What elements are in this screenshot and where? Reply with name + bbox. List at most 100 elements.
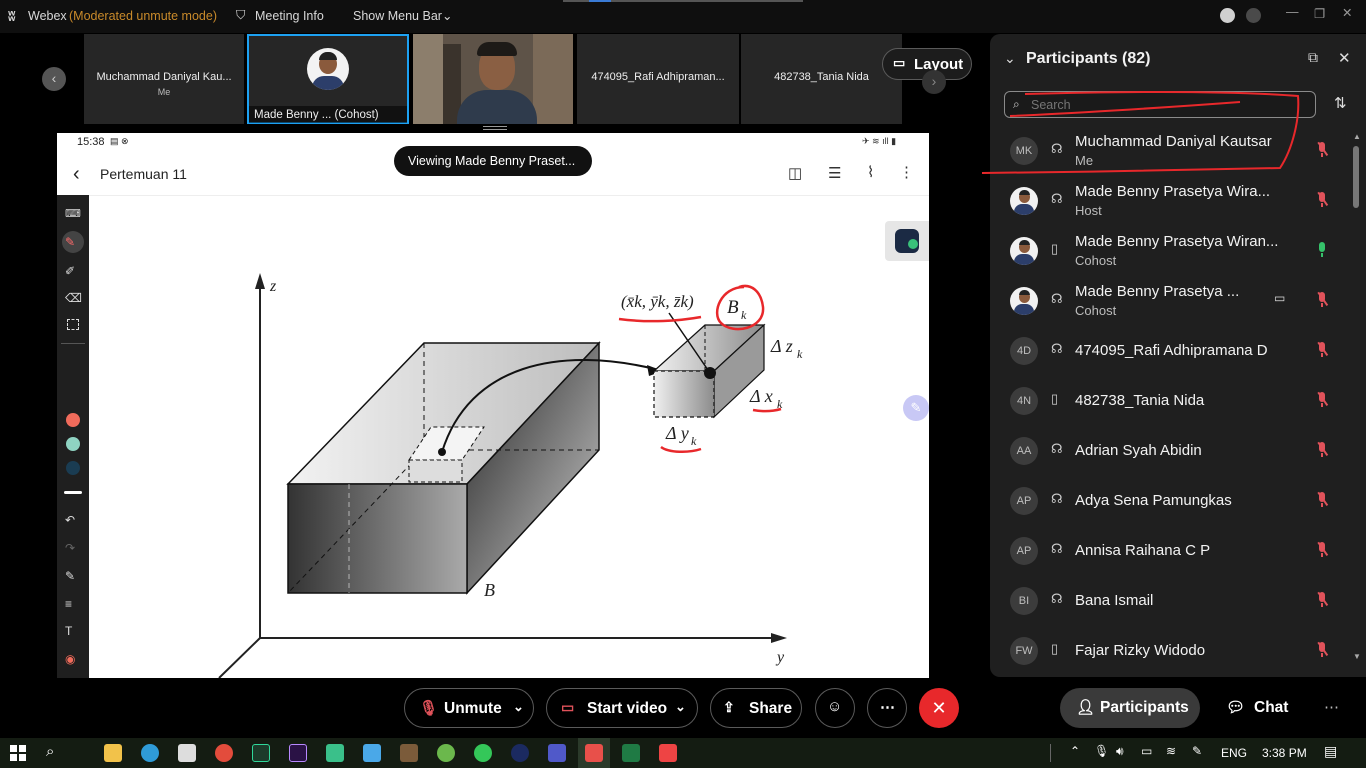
mic-muted-icon[interactable] xyxy=(1315,641,1329,659)
redo-icon[interactable]: ↷ xyxy=(65,541,81,555)
mic-muted-icon[interactable] xyxy=(1315,491,1329,509)
language-indicator[interactable]: ENG xyxy=(1221,746,1247,760)
participant-row[interactable]: 4N ▯ 482738_Tania Nida xyxy=(990,376,1350,426)
stroke-width-icon[interactable] xyxy=(64,491,82,494)
app-icon[interactable] xyxy=(659,744,677,762)
notepad-icon[interactable] xyxy=(363,744,381,762)
chevron-down-icon[interactable]: ⌄ xyxy=(513,699,524,715)
thumbnail-next-button[interactable]: › xyxy=(922,70,946,94)
color-teal-swatch[interactable] xyxy=(66,437,80,451)
start-video-button[interactable]: ▭ Start video ⌄ xyxy=(546,688,698,728)
participant-row[interactable]: ☊ Made Benny Prasetya Wira... Host xyxy=(990,176,1350,226)
popout-icon[interactable]: ⧉ xyxy=(1308,49,1318,66)
paperclip-icon[interactable]: ⌇ xyxy=(867,163,874,181)
windows-start-icon[interactable] xyxy=(10,745,26,761)
thumbnail-participant[interactable]: 474095_Rafi Adhipraman... xyxy=(577,34,739,124)
share-button[interactable]: ⇪ Share xyxy=(710,688,802,728)
pen-tray-icon[interactable]: ✎ xyxy=(1192,744,1202,758)
more-vertical-icon[interactable]: ⋮ xyxy=(899,163,914,181)
store-icon[interactable] xyxy=(178,744,196,762)
participant-row[interactable]: 4D ☊ 474095_Rafi Adhipramana D xyxy=(990,326,1350,376)
color-navy-swatch[interactable] xyxy=(66,461,80,475)
active-app-icon[interactable] xyxy=(585,744,603,762)
leave-meeting-button[interactable]: ✕ xyxy=(919,688,959,728)
list-icon[interactable]: ☰ xyxy=(828,164,841,182)
thumbnail-participant[interactable]: 482738_Tania Nida xyxy=(741,34,902,124)
mic-on-icon[interactable] xyxy=(1315,241,1329,259)
unmute-button[interactable]: 🎙︎ Unmute ⌄ xyxy=(404,688,534,728)
close-window-icon[interactable]: ✕ xyxy=(1342,5,1352,20)
participant-row[interactable]: FW ▯ Fajar Rizky Widodo xyxy=(990,626,1350,676)
scrollbar[interactable]: ▲ ▼ xyxy=(1352,132,1361,662)
mic-muted-icon[interactable] xyxy=(1315,591,1329,609)
chevron-down-icon[interactable]: ⌄ xyxy=(442,8,452,23)
chrome-icon[interactable] xyxy=(215,744,233,762)
participant-row[interactable]: AP ☊ Adya Sena Pamungkas xyxy=(990,476,1350,526)
battery-icon[interactable]: ▭ xyxy=(1141,744,1152,758)
premiere-icon[interactable] xyxy=(289,744,307,762)
mic-muted-icon[interactable] xyxy=(1315,141,1329,159)
participant-row[interactable]: ☊ Made Benny Prasetya ... Cohost ▭ xyxy=(990,276,1350,326)
file-explorer-icon[interactable] xyxy=(104,744,122,762)
mic-muted-icon[interactable] xyxy=(1315,541,1329,559)
close-panel-icon[interactable]: ✕ xyxy=(1338,49,1351,67)
thumbnail-self[interactable]: Muchammad Daniyal Kau... Me xyxy=(84,34,244,124)
keyboard-icon[interactable]: ⌨ xyxy=(65,207,81,221)
edge-icon[interactable] xyxy=(141,744,159,762)
recording-icon[interactable] xyxy=(1220,8,1235,23)
participants-button[interactable]: 👤︎ Participants xyxy=(1060,688,1200,728)
webex-taskbar-icon[interactable] xyxy=(511,744,529,762)
mic-muted-icon[interactable] xyxy=(1315,441,1329,459)
eraser-icon[interactable]: ⌫ xyxy=(65,291,82,305)
more-panels-icon[interactable]: ⋯ xyxy=(1324,698,1339,716)
volume-icon[interactable]: 🔊︎ xyxy=(1116,744,1124,759)
mic-muted-icon[interactable] xyxy=(1315,341,1329,359)
excel-icon[interactable] xyxy=(622,744,640,762)
stats-icon[interactable] xyxy=(1246,8,1261,23)
teams-icon[interactable] xyxy=(548,744,566,762)
edit-icon[interactable]: ✎ xyxy=(65,569,81,583)
wifi-icon[interactable]: ≋ xyxy=(1166,744,1176,758)
mic-muted-icon[interactable] xyxy=(1315,391,1329,409)
audition-icon[interactable] xyxy=(252,744,270,762)
chevron-up-icon[interactable]: ⌃ xyxy=(1070,744,1080,758)
mic-tray-icon[interactable]: 🎙︎ xyxy=(1094,744,1109,758)
align-icon[interactable]: ≡ xyxy=(65,597,81,611)
clock[interactable]: 3:38 PM xyxy=(1262,746,1307,760)
app-icon[interactable] xyxy=(400,744,418,762)
select-icon[interactable] xyxy=(67,319,79,330)
participant-row[interactable]: AP ☊ Annisa Raihana C P xyxy=(990,526,1350,576)
chat-button[interactable]: 💬︎ Chat xyxy=(1214,688,1304,728)
participant-row[interactable]: AA ☊ Adrian Syah Abidin xyxy=(990,426,1350,476)
collapse-chevron-icon[interactable]: ⌄ xyxy=(1004,50,1016,67)
mic-muted-icon[interactable] xyxy=(1315,191,1329,209)
restore-icon[interactable]: ❐ xyxy=(1314,6,1325,21)
utorrent-icon[interactable] xyxy=(437,744,455,762)
pen-icon[interactable]: ✎ xyxy=(65,235,81,249)
meeting-info-button[interactable]: Meeting Info xyxy=(255,9,324,23)
chevron-down-icon[interactable]: ⌄ xyxy=(675,699,686,715)
undo-icon[interactable]: ↶ xyxy=(65,513,81,527)
show-menu-bar-button[interactable]: Show Menu Bar xyxy=(353,9,442,23)
participant-row[interactable]: BI ☊ Bana Ismail xyxy=(990,576,1350,626)
resize-handle[interactable] xyxy=(483,126,507,127)
notifications-icon[interactable]: ▤ xyxy=(1324,743,1337,760)
thumbnail-cohost[interactable]: Made Benny ... (Cohost) xyxy=(247,34,409,124)
more-options-button[interactable]: ⋯ xyxy=(867,688,907,728)
minimize-icon[interactable]: — xyxy=(1286,5,1299,19)
highlighter-icon[interactable]: ✐ xyxy=(65,264,81,278)
line-icon[interactable] xyxy=(474,744,492,762)
reactions-button[interactable]: ☺ xyxy=(815,688,855,728)
book-icon[interactable]: ◫ xyxy=(788,164,802,182)
text-icon[interactable]: T xyxy=(65,624,81,638)
mic-muted-icon[interactable] xyxy=(1315,291,1329,309)
thumbnail-prev-button[interactable]: ‹ xyxy=(42,67,66,91)
back-icon[interactable]: ‹ xyxy=(73,163,80,186)
thumbnail-video-feed[interactable] xyxy=(413,34,573,124)
participant-row[interactable]: ▯ Made Benny Prasetya Wiran... Cohost xyxy=(990,226,1350,276)
sort-icon[interactable]: ⇅ xyxy=(1334,94,1347,112)
search-taskbar-icon[interactable]: ⌕ xyxy=(46,743,54,760)
fill-icon[interactable]: ◉ xyxy=(65,652,81,666)
app-icon[interactable] xyxy=(326,744,344,762)
color-red-swatch[interactable] xyxy=(66,413,80,427)
